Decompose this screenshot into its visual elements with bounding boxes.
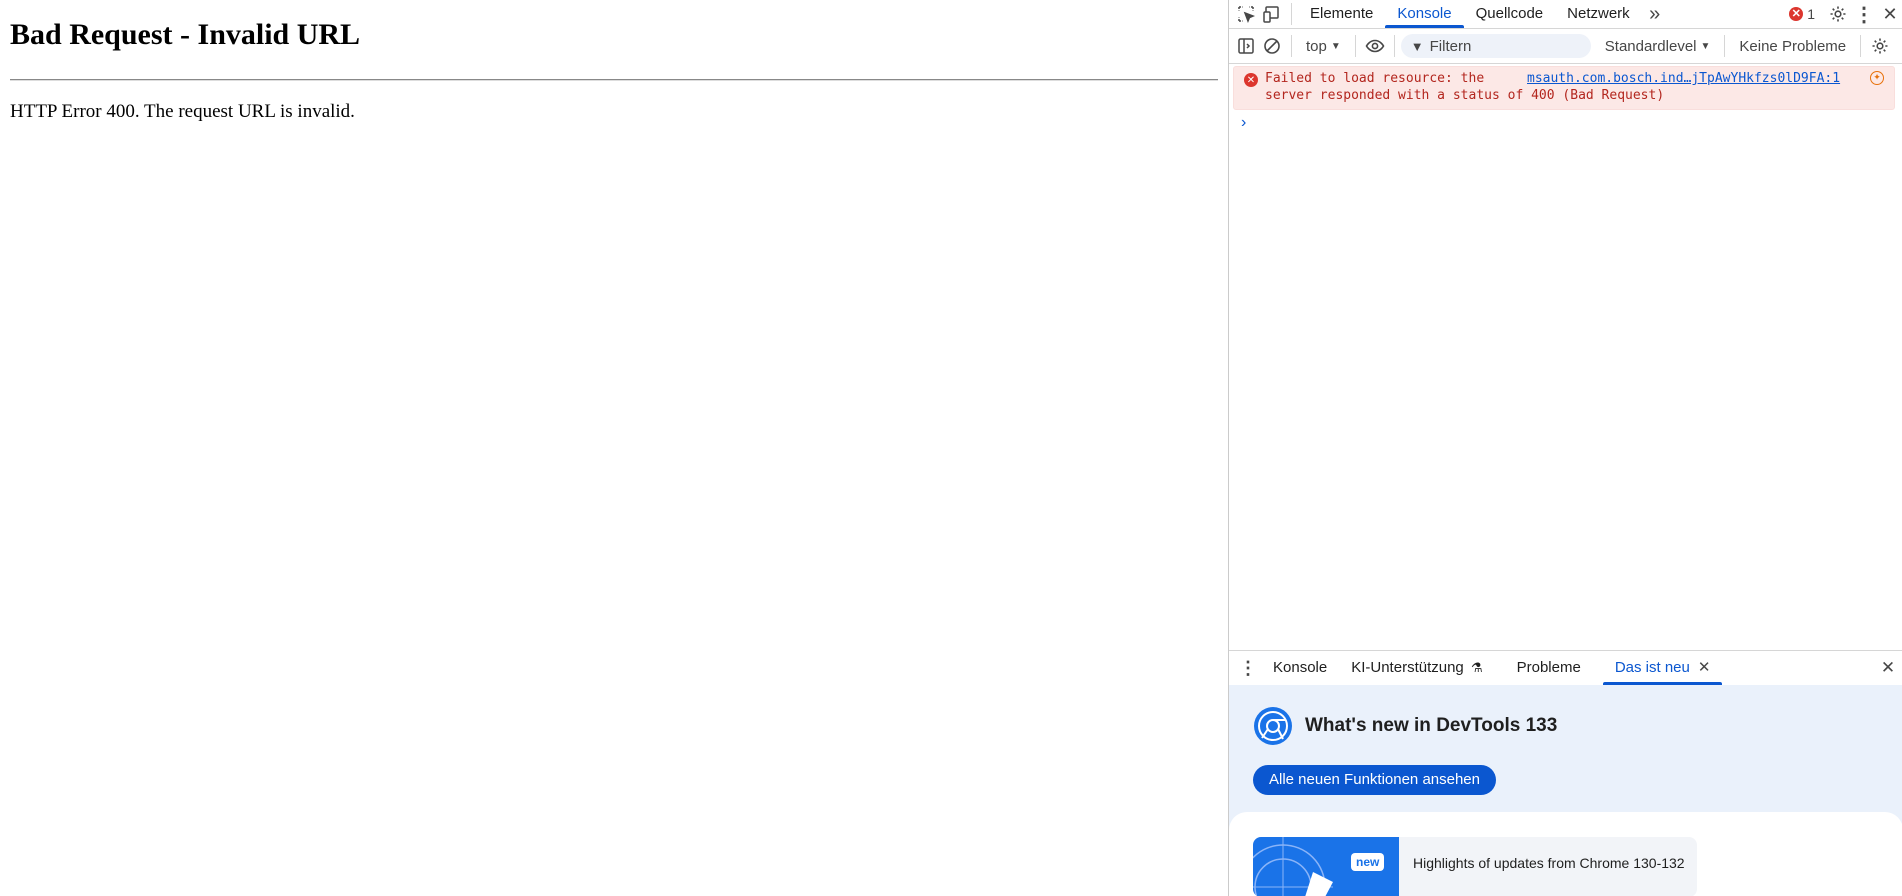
devtools-tabbar: Elemente Konsole Quellcode Netzwerk » ✕ … — [1229, 0, 1902, 29]
close-tab-icon[interactable]: ✕ — [1698, 659, 1711, 676]
tab-elemente[interactable]: Elemente — [1298, 0, 1385, 28]
context-label: top — [1306, 37, 1327, 55]
whats-new-title: What's new in DevTools 133 — [1305, 715, 1558, 736]
log-level-selector[interactable]: Standardlevel ▼ — [1597, 38, 1719, 55]
filter-placeholder: Filtern — [1429, 37, 1472, 55]
error-icon: ✕ — [1789, 7, 1804, 21]
chevron-down-icon: ▼ — [1330, 40, 1341, 52]
drawer-tab-ki-unterstuetzung[interactable]: KI-Unterstützung ⚗ — [1339, 651, 1494, 685]
highlights-card[interactable]: new Highlights of updates from Chrome 13… — [1253, 837, 1697, 896]
filter-input[interactable]: ▼ Filtern — [1400, 34, 1591, 58]
device-toolbar-icon[interactable] — [1259, 1, 1285, 27]
close-drawer-icon[interactable]: ✕ — [1875, 655, 1901, 681]
ai-insights-icon[interactable]: ✦ — [1870, 71, 1884, 85]
drawer-tab-das-ist-neu[interactable]: Das ist neu ✕ — [1602, 651, 1723, 685]
page-content: Bad Request - Invalid URL HTTP Error 400… — [0, 0, 1228, 896]
card-title: Highlights of updates from Chrome 130-13… — [1413, 855, 1685, 871]
page-heading: Bad Request - Invalid URL — [10, 18, 361, 51]
chevron-down-icon: ▼ — [1700, 40, 1711, 52]
context-selector[interactable]: top ▼ — [1298, 38, 1349, 55]
devtools-panel: Elemente Konsole Quellcode Netzwerk » ✕ … — [1228, 0, 1902, 896]
error-icon: ✕ — [1244, 73, 1258, 87]
new-badge: new — [1351, 853, 1385, 871]
error-message: HTTP Error 400. The request URL is inval… — [10, 101, 355, 122]
toolbar-divider — [1860, 35, 1862, 57]
toolbar-divider — [1291, 35, 1292, 57]
whats-new-cards: new Highlights of updates from Chrome 13… — [1229, 812, 1902, 896]
toolbar-divider — [1724, 35, 1726, 57]
clear-console-icon[interactable] — [1259, 33, 1285, 59]
error-text-line-1: Failed to load resource: the — [1265, 71, 1485, 86]
more-options-icon[interactable]: ⋮ — [1851, 1, 1877, 27]
tab-quellcode[interactable]: Quellcode — [1464, 0, 1556, 28]
console-prompt[interactable]: › — [1241, 114, 1246, 132]
filter-funnel-icon: ▼ — [1410, 38, 1424, 54]
see-all-features-button[interactable]: Alle neuen Funktionen ansehen — [1253, 765, 1496, 795]
experiment-flask-icon: ⚗ — [1470, 660, 1483, 675]
more-tabs-icon[interactable]: » — [1642, 1, 1668, 27]
whats-new-panel: What's new in DevTools 133 Alle neuen Fu… — [1229, 685, 1902, 896]
drawer-tab-konsole[interactable]: Konsole — [1261, 651, 1339, 685]
drawer-tab-label: KI-Unterstützung — [1351, 659, 1464, 676]
console-error-message: ✕ Failed to load resource: the msauth.co… — [1233, 66, 1895, 110]
toolbar-divider — [1393, 35, 1395, 57]
inspect-element-icon[interactable] — [1233, 1, 1259, 27]
horizontal-rule — [10, 79, 1218, 81]
tab-netzwerk[interactable]: Netzwerk — [1555, 0, 1642, 28]
issues-button[interactable]: Keine Probleme — [1731, 38, 1854, 55]
drawer-menu-icon[interactable]: ⋮ — [1235, 655, 1261, 681]
drawer-tab-label: Das ist neu — [1614, 659, 1690, 676]
drawer-tabbar: ⋮ Konsole KI-Unterstützung ⚗ Probleme Da… — [1229, 650, 1902, 686]
toolbar-divider — [1354, 35, 1356, 57]
tabbar-divider — [1291, 3, 1292, 25]
live-expression-eye-icon[interactable] — [1362, 33, 1388, 59]
sidebar-toggle-icon[interactable] — [1233, 33, 1259, 59]
error-counter[interactable]: ✕ 1 — [1789, 6, 1815, 22]
log-level-label: Standardlevel — [1604, 37, 1697, 55]
devtools-drawer: ⋮ Konsole KI-Unterstützung ⚗ Probleme Da… — [1229, 650, 1902, 896]
chrome-devtools-logo-icon — [1254, 707, 1292, 745]
card-thumbnail: new — [1253, 837, 1399, 896]
drawer-tab-probleme[interactable]: Probleme — [1505, 651, 1593, 685]
console-settings-gear-icon[interactable] — [1867, 33, 1893, 59]
settings-gear-icon[interactable] — [1825, 1, 1851, 27]
error-text-line-2: server responded with a status of 400 (B… — [1265, 88, 1665, 103]
tab-konsole[interactable]: Konsole — [1385, 0, 1464, 28]
console-toolbar: top ▼ ▼ Filtern Standardlevel ▼ Keine Pr… — [1229, 29, 1902, 64]
error-source-link[interactable]: msauth.com.bosch.ind…jTpAwYHkfzs0lD9FA:1 — [1527, 71, 1840, 86]
error-count: 1 — [1807, 6, 1815, 22]
close-devtools-icon[interactable]: ✕ — [1877, 1, 1902, 27]
